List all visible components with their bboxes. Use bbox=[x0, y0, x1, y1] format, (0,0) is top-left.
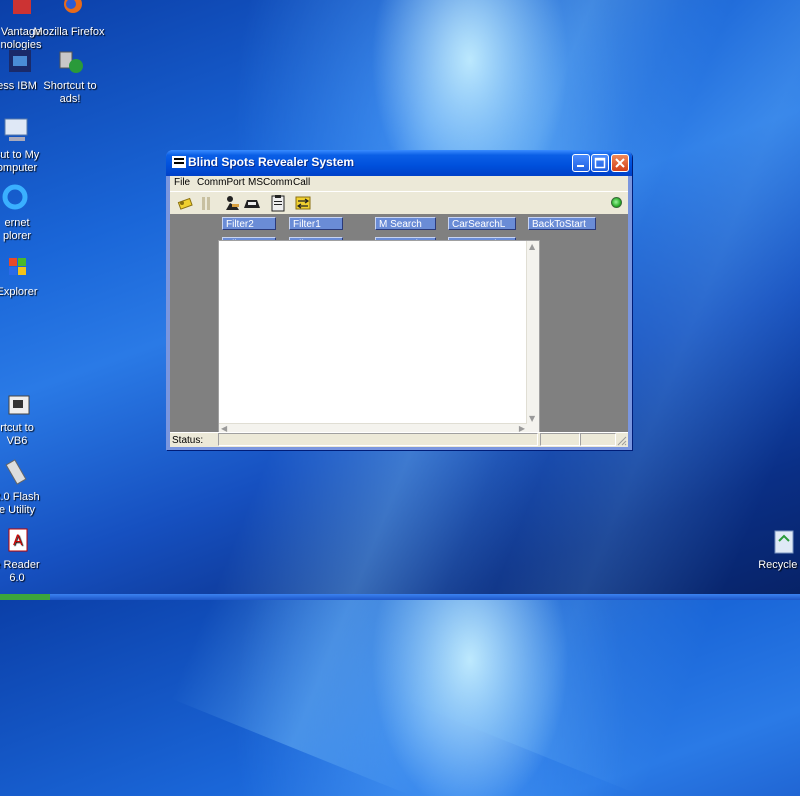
close-icon bbox=[615, 158, 625, 168]
taskbar bbox=[0, 594, 800, 600]
icon-label: 6.0 bbox=[9, 572, 25, 584]
icon-label: cut to My bbox=[0, 149, 40, 161]
icon-label: Mozilla Firefox bbox=[33, 26, 105, 38]
windows-explorer-icon bbox=[1, 252, 33, 284]
back-to-start-button[interactable]: BackToStart bbox=[528, 217, 596, 230]
recycle-bin-icon bbox=[767, 525, 799, 557]
computer-icon bbox=[1, 115, 33, 147]
icon-label: omputer bbox=[0, 162, 38, 174]
ibm-icon bbox=[1, 46, 33, 78]
desktop-icon-internet-explorer[interactable]: ernet plorer bbox=[0, 183, 56, 243]
icon-label: e Utility bbox=[0, 504, 36, 516]
filter2-button[interactable]: Filter2 bbox=[222, 217, 276, 230]
desktop-icon-ads-shortcut[interactable]: Shortcut to ads! bbox=[31, 46, 109, 106]
swap-icon[interactable] bbox=[294, 194, 312, 212]
title-bar[interactable]: Blind Spots Revealer System bbox=[166, 150, 632, 176]
svg-text:A: A bbox=[13, 533, 23, 549]
desktop-icon-recycle-bin[interactable]: Recycle B bbox=[744, 525, 800, 572]
vertical-scrollbar[interactable]: ▲ ▼ bbox=[526, 241, 539, 435]
window-client: File CommPort MSComm Call Filter2 Filter… bbox=[170, 176, 628, 447]
toolbar bbox=[170, 191, 628, 214]
status-label: Status: bbox=[172, 435, 204, 446]
status-panel bbox=[580, 433, 616, 446]
icon-label: Explorer bbox=[0, 286, 38, 298]
icon-label: 2.0 Flash bbox=[0, 491, 40, 503]
person-icon[interactable] bbox=[223, 194, 241, 212]
desktop-icon-vb6-shortcut[interactable]: rtcut to VB6 bbox=[0, 388, 56, 448]
window-title: Blind Spots Revealer System bbox=[188, 155, 355, 169]
flash-utility-icon bbox=[1, 457, 33, 489]
icon-label: Shortcut to bbox=[43, 80, 97, 92]
menu-file[interactable]: File bbox=[174, 177, 190, 188]
icon-label: ernet bbox=[4, 217, 30, 229]
maximize-button[interactable] bbox=[591, 154, 609, 172]
scroll-up-icon[interactable]: ▲ bbox=[529, 243, 535, 251]
menu-mscomm[interactable]: MSComm bbox=[248, 177, 292, 188]
minimize-button[interactable] bbox=[572, 154, 590, 172]
minimize-icon bbox=[577, 165, 584, 167]
results-list[interactable]: ▲ ▼ ◀ ▶ bbox=[218, 240, 540, 436]
adobe-reader-icon: A bbox=[1, 525, 33, 557]
icon-label: rtcut to bbox=[0, 422, 34, 434]
desktop-icon-adobe-reader[interactable]: A e Reader 6.0 bbox=[0, 525, 56, 585]
status-bar: Status: bbox=[170, 432, 628, 447]
desktop-icon-my-computer[interactable]: cut to My omputer bbox=[0, 115, 56, 175]
m-search-button[interactable]: M Search bbox=[375, 217, 436, 230]
firefox-icon bbox=[53, 0, 85, 24]
menu-call[interactable]: Call bbox=[293, 177, 310, 188]
internet-explorer-icon bbox=[1, 183, 33, 215]
status-panel bbox=[218, 433, 538, 446]
icon-label: ads! bbox=[59, 93, 81, 105]
icon-label: VB6 bbox=[6, 435, 28, 447]
car-icon[interactable] bbox=[243, 194, 261, 212]
status-panel bbox=[540, 433, 580, 446]
app-window: Blind Spots Revealer System File CommPor… bbox=[166, 150, 632, 450]
menu-commport[interactable]: CommPort bbox=[197, 177, 245, 188]
icon-label: Recycle B bbox=[758, 559, 800, 571]
gate-icon[interactable] bbox=[197, 194, 215, 212]
maximize-icon bbox=[594, 157, 606, 169]
network-icon bbox=[54, 46, 86, 78]
resize-grip-icon[interactable] bbox=[616, 435, 627, 446]
app-icon bbox=[172, 156, 186, 168]
connection-status-light bbox=[611, 197, 622, 208]
desktop-icon-explorer[interactable]: Explorer bbox=[0, 252, 56, 299]
filter1-button[interactable]: Filter1 bbox=[289, 217, 343, 230]
icon-label: plorer bbox=[2, 230, 32, 242]
clipboard-icon[interactable] bbox=[269, 194, 287, 212]
icon-label: e Reader bbox=[0, 559, 40, 571]
desktop-icon-firefox[interactable]: Mozilla Firefox bbox=[30, 0, 108, 39]
vb6-icon bbox=[1, 388, 33, 420]
menu-bar: File CommPort MSComm Call bbox=[170, 176, 628, 191]
carsearch-l-button[interactable]: CarSearchL bbox=[448, 217, 516, 230]
desktop-icon-flash-utility[interactable]: 2.0 Flash e Utility bbox=[0, 457, 56, 517]
start-button[interactable] bbox=[0, 594, 50, 600]
scroll-down-icon[interactable]: ▼ bbox=[529, 415, 535, 423]
close-button[interactable] bbox=[611, 154, 629, 172]
key-icon[interactable] bbox=[177, 194, 195, 212]
